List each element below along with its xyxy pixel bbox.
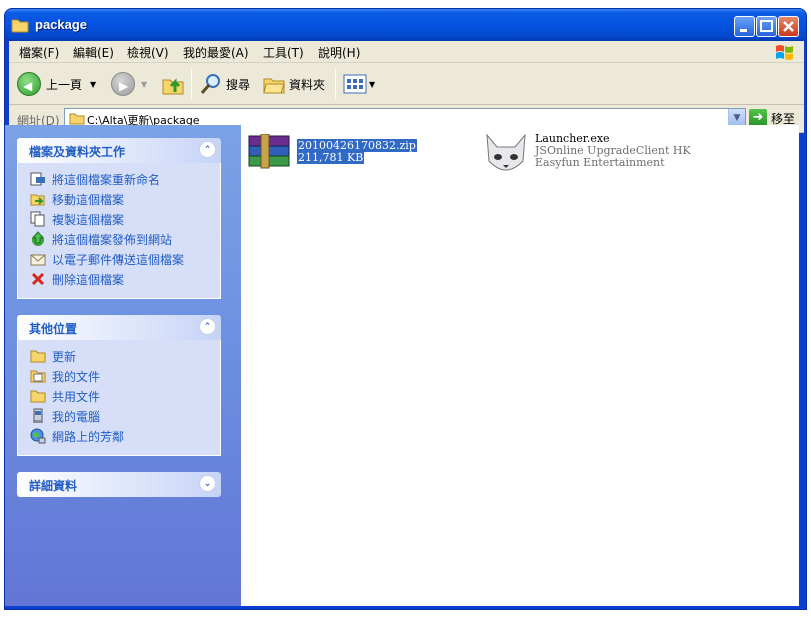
forward-dropdown-icon[interactable]: ▼ [141,80,147,89]
task-label: 移動這個檔案 [52,192,125,207]
toolbar: ◀ 上一頁 ▼ ▶ ▼ 搜尋 資料夾 ▼ [9,63,804,105]
place-my-documents[interactable]: 我的文件 [30,366,220,386]
task-label: 複製這個檔案 [52,212,125,227]
collapse-icon[interactable]: ⌃ [199,318,216,335]
place-label: 我的電腦 [52,409,101,424]
folder-icon [30,350,46,363]
chevron-down-icon: ▼ [733,113,741,123]
menu-file[interactable]: 檔案(F) [19,44,59,61]
task-pane: 檔案及資料夾工作 ⌃ 將這個檔案重新命名 移動這個檔案 複製這個檔案 將這個檔案… [5,125,241,606]
copy-icon [30,211,45,227]
delete-icon [31,272,45,286]
minimize-button[interactable] [734,16,755,37]
task-email[interactable]: 以電子郵件傳送這個檔案 [30,249,220,269]
toolbar-separator [191,69,192,99]
folder-icon [69,113,85,125]
place-shared-documents[interactable]: 共用文件 [30,386,220,406]
back-arrow-icon: ◀ [17,72,41,96]
place-label: 我的文件 [52,369,101,384]
close-icon [783,21,794,32]
forward-arrow-icon: ▶ [111,72,135,96]
folders-button[interactable]: 資料夾 [262,69,325,99]
file-tasks-panel: 檔案及資料夾工作 ⌃ 將這個檔案重新命名 移動這個檔案 複製這個檔案 將這個檔案… [17,138,221,299]
maximize-button[interactable] [756,16,777,37]
file-size: 211,781 KB [297,151,365,164]
search-button[interactable]: 搜尋 [199,69,250,99]
task-copy[interactable]: 複製這個檔案 [30,209,220,229]
menu-view[interactable]: 檢視(V) [127,44,169,61]
other-places-title: 其他位置 [29,322,78,336]
folders-label: 資料夾 [289,77,326,92]
maximize-icon [760,20,773,32]
menu-help[interactable]: 說明(H) [318,44,360,61]
menu-favorites[interactable]: 我的最愛(A) [183,44,249,61]
details-panel: 詳細資料 ⌄ [17,472,221,497]
windows-logo-icon [776,45,793,60]
forward-button[interactable]: ▶ ▼ [111,69,147,99]
task-label: 刪除這個檔案 [52,272,125,287]
search-label: 搜尋 [226,77,251,92]
task-label: 將這個檔案重新命名 [52,172,161,187]
views-button[interactable]: ▼ [343,69,375,99]
move-icon [30,194,45,206]
up-folder-icon [162,78,184,95]
go-label: 移至 [771,111,796,126]
file-list: 20100426170832.zip 211,781 KB Launcher.e… [241,125,799,606]
file-item-launcher[interactable]: Launcher.exe JSOnline UpgradeClient HK E… [481,131,691,181]
expand-icon[interactable]: ⌄ [199,475,216,492]
winrar-archive-icon [248,134,290,169]
menu-tools[interactable]: 工具(T) [263,44,304,61]
back-button[interactable]: ◀ 上一頁 ▼ [17,69,96,99]
place-network[interactable]: 網路上的芳鄰 [30,426,220,446]
task-label: 以電子郵件傳送這個檔案 [52,252,185,267]
publish-icon [31,231,45,246]
file-tasks-title: 檔案及資料夾工作 [29,145,126,159]
up-folder-button[interactable] [161,69,185,99]
other-places-header[interactable]: 其他位置 ⌃ [17,315,221,340]
menu-edit[interactable]: 編輯(E) [73,44,114,61]
file-company: Easyfun Entertainment [535,156,665,169]
task-rename[interactable]: 將這個檔案重新命名 [30,169,220,189]
views-icon [343,74,367,94]
place-label: 共用文件 [52,389,101,404]
title-bar[interactable]: package [5,9,806,41]
folders-icon [263,78,285,94]
network-icon [30,428,46,444]
place-label: 網路上的芳鄰 [52,429,125,444]
place-label: 更新 [52,349,77,364]
place-my-computer[interactable]: 我的電腦 [30,406,220,426]
shared-folder-icon [30,390,46,403]
folder-icon [11,19,29,33]
file-tasks-body: 將這個檔案重新命名 移動這個檔案 複製這個檔案 將這個檔案發佈到網站 以電子郵件… [17,163,221,299]
close-button[interactable] [778,16,799,37]
my-documents-icon [30,370,46,383]
minimize-icon [740,29,747,32]
window-title: package [35,17,88,32]
details-title: 詳細資料 [29,479,78,493]
back-label: 上一頁 [46,77,83,92]
cat-app-icon [486,133,526,171]
collapse-icon[interactable]: ⌃ [199,141,216,158]
back-dropdown-icon[interactable]: ▼ [90,80,96,89]
task-delete[interactable]: 刪除這個檔案 [30,269,220,289]
task-label: 將這個檔案發佈到網站 [52,232,173,247]
menu-bar: 檔案(F) 編輯(E) 檢視(V) 我的最愛(A) 工具(T) 說明(H) [9,41,804,63]
task-publish[interactable]: 將這個檔案發佈到網站 [30,229,220,249]
other-places-panel: 其他位置 ⌃ 更新 我的文件 共用文件 我的電腦 網路上的芳鄰 [17,315,221,456]
other-places-body: 更新 我的文件 共用文件 我的電腦 網路上的芳鄰 [17,340,221,456]
toolbar-separator [335,69,336,99]
rename-icon [30,172,45,186]
views-dropdown-icon[interactable]: ▼ [369,80,375,89]
place-update-folder[interactable]: 更新 [30,346,220,366]
my-computer-icon [33,408,43,423]
file-item-zip[interactable]: 20100426170832.zip 211,781 KB [247,134,417,170]
file-tasks-header[interactable]: 檔案及資料夾工作 ⌃ [17,138,221,163]
search-icon [200,74,220,94]
email-icon [30,254,46,266]
details-header[interactable]: 詳細資料 ⌄ [17,472,221,497]
task-move[interactable]: 移動這個檔案 [30,189,220,209]
